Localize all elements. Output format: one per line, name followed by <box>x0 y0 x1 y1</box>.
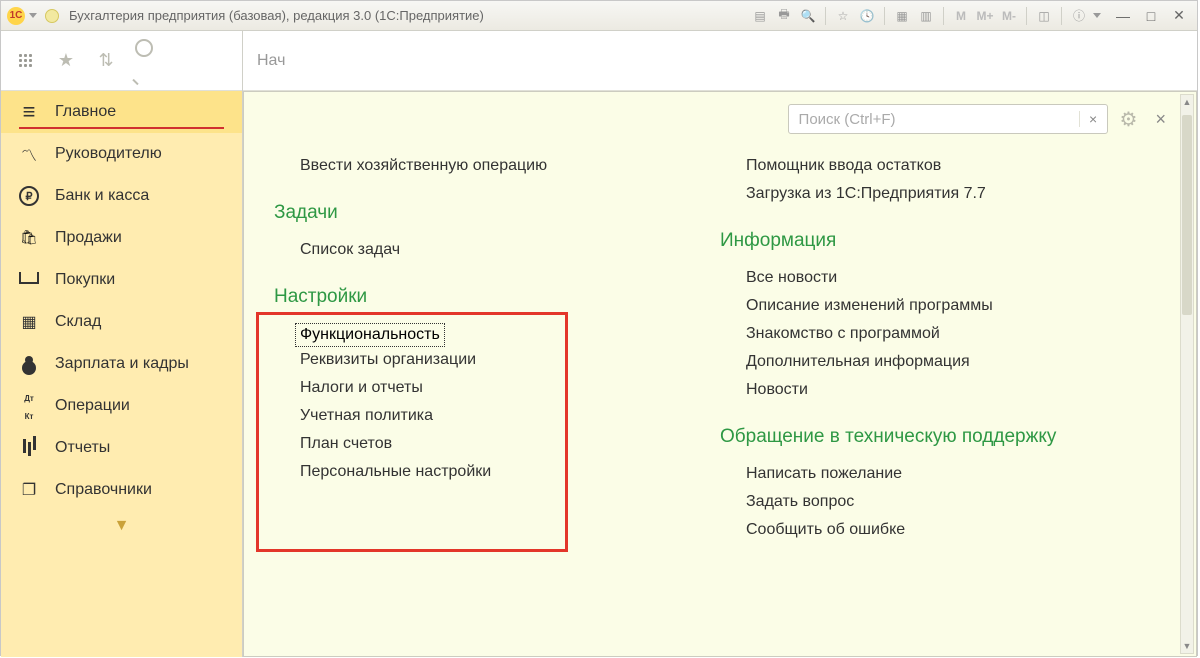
link-feedback[interactable]: Написать пожелание <box>720 460 1146 488</box>
app-menu-dropdown-icon[interactable] <box>29 13 37 18</box>
sidebar-item-label: Банк и касса <box>55 187 149 205</box>
scroll-up-arrow-icon[interactable]: ▲ <box>1181 95 1193 109</box>
titlebar-bullet-icon <box>45 9 59 23</box>
sidebar-item-label: Склад <box>55 313 101 331</box>
link-news[interactable]: Новости <box>720 376 1146 404</box>
tab-bar: Нач <box>243 31 1197 91</box>
sidebar-item-label: Главное <box>55 103 116 121</box>
link-personal-settings[interactable]: Персональные настройки <box>274 458 700 486</box>
sidebar-item-warehouse[interactable]: Склад <box>1 301 242 343</box>
sidebar-item-label: Операции <box>55 397 130 415</box>
print-preview-icon[interactable]: ▤ <box>750 6 770 26</box>
books-icon <box>19 480 39 500</box>
link-org-details[interactable]: Реквизиты организации <box>274 346 700 374</box>
link-extra-info[interactable]: Дополнительная информация <box>720 348 1146 376</box>
panels-icon[interactable]: ◫ <box>1034 6 1054 26</box>
memory-mminus-button[interactable]: M- <box>999 6 1019 26</box>
sidebar-item-purchases[interactable]: Покупки <box>1 259 242 301</box>
calculator-icon[interactable]: ▦ <box>892 6 912 26</box>
link-enter-operation[interactable]: Ввести хозяйственную операцию <box>274 152 700 180</box>
sidebar-item-label: Покупки <box>55 271 115 289</box>
link-taxes[interactable]: Налоги и отчеты <box>274 374 700 402</box>
maximize-button[interactable]: □ <box>1139 6 1163 26</box>
chart-icon <box>19 142 39 166</box>
link-ask-question[interactable]: Задать вопрос <box>720 488 1146 516</box>
functions-panel: × ⚙ × Ввести хозяйственную операцию Зада… <box>243 91 1197 657</box>
app-window: 1C Бухгалтерия предприятия (базовая), ре… <box>0 0 1198 656</box>
sidebar-item-operations[interactable]: Операции <box>1 385 242 427</box>
person-icon <box>19 351 39 369</box>
link-changelog[interactable]: Описание изменений программы <box>720 292 1146 320</box>
link-accounting-policy[interactable]: Учетная политика <box>274 402 700 430</box>
apps-grid-icon[interactable] <box>15 50 37 72</box>
sidebar: Главное Руководителю Банк и касса Продаж… <box>1 31 243 657</box>
history-nav-icon[interactable] <box>95 50 117 72</box>
favorites-icon[interactable] <box>55 50 77 72</box>
doc-search-icon[interactable]: 🔍 <box>798 6 818 26</box>
separator <box>825 7 826 25</box>
dtkt-icon <box>19 388 39 424</box>
sidebar-item-main[interactable]: Главное <box>1 91 242 133</box>
menu-icon <box>19 99 39 125</box>
window-title: Бухгалтерия предприятия (базовая), редак… <box>69 8 484 23</box>
sidebar-item-manager[interactable]: Руководителю <box>1 133 242 175</box>
scrollbar-thumb[interactable] <box>1182 115 1192 315</box>
calendar-icon[interactable]: ▥ <box>916 6 936 26</box>
sidebar-item-label: Справочники <box>55 481 152 499</box>
search-icon[interactable] <box>135 50 157 72</box>
link-balances-helper[interactable]: Помощник ввода остатков <box>720 152 1146 180</box>
section-support-title: Обращение в техническую поддержку <box>720 426 1146 448</box>
link-chart-accounts[interactable]: План счетов <box>274 430 700 458</box>
sidebar-item-label: Руководителю <box>55 145 162 163</box>
sidebar-item-sales[interactable]: Продажи <box>1 217 242 259</box>
sidebar-item-label: Отчеты <box>55 439 110 457</box>
separator <box>1026 7 1027 25</box>
link-task-list[interactable]: Список задач <box>274 236 700 264</box>
titlebar: 1C Бухгалтерия предприятия (базовая), ре… <box>1 1 1197 31</box>
left-column: Ввести хозяйственную операцию Задачи Спи… <box>264 118 710 646</box>
sidebar-item-label: Зарплата и кадры <box>55 355 189 373</box>
bag-icon <box>19 229 39 247</box>
favorite-icon[interactable]: ☆ <box>833 6 853 26</box>
link-import-77[interactable]: Загрузка из 1С:Предприятия 7.7 <box>720 180 1146 208</box>
sidebar-more-arrow-icon[interactable]: ▼ <box>1 511 242 541</box>
section-info-title: Информация <box>720 230 1146 252</box>
sidebar-item-catalogs[interactable]: Справочники <box>1 469 242 511</box>
section-settings-title: Настройки <box>274 286 700 308</box>
close-button[interactable]: ✕ <box>1167 6 1191 26</box>
sidebar-sections: Главное Руководителю Банк и касса Продаж… <box>1 91 242 657</box>
bars-icon <box>19 439 39 458</box>
link-all-news[interactable]: Все новости <box>720 264 1146 292</box>
section-tasks-title: Задачи <box>274 202 700 224</box>
ruble-icon <box>19 186 39 206</box>
active-underline <box>19 127 224 129</box>
scroll-down-arrow-icon[interactable]: ▼ <box>1181 639 1193 653</box>
minimize-button[interactable]: — <box>1111 6 1135 26</box>
memory-mplus-button[interactable]: M+ <box>975 6 995 26</box>
tab-partial-label: Нач <box>257 52 285 70</box>
app-logo-icon: 1C <box>7 7 25 25</box>
link-report-bug[interactable]: Сообщить об ошибке <box>720 516 1146 544</box>
vertical-scrollbar[interactable]: ▲ ▼ <box>1180 94 1194 654</box>
print-icon[interactable]: 🖶 <box>774 6 794 26</box>
separator <box>1061 7 1062 25</box>
sidebar-item-hr[interactable]: Зарплата и кадры <box>1 343 242 385</box>
main-area: Нач × ⚙ × Ввести хозяйственную опера <box>243 31 1197 657</box>
separator <box>884 7 885 25</box>
right-column: Помощник ввода остатков Загрузка из 1С:П… <box>710 118 1156 646</box>
history-icon[interactable]: 🕓 <box>857 6 877 26</box>
info-dropdown-icon[interactable] <box>1093 13 1101 18</box>
sidebar-item-reports[interactable]: Отчеты <box>1 427 242 469</box>
info-icon[interactable]: ⓘ <box>1069 6 1089 26</box>
sidebar-item-bank[interactable]: Банк и касса <box>1 175 242 217</box>
separator <box>943 7 944 25</box>
link-functionality[interactable]: Функциональность <box>296 324 444 346</box>
link-intro[interactable]: Знакомство с программой <box>720 320 1146 348</box>
boxes-icon <box>19 312 39 332</box>
sidebar-item-label: Продажи <box>55 229 122 247</box>
cart-icon <box>19 271 39 289</box>
sidebar-toolbar <box>1 31 242 91</box>
memory-m-button[interactable]: M <box>951 6 971 26</box>
